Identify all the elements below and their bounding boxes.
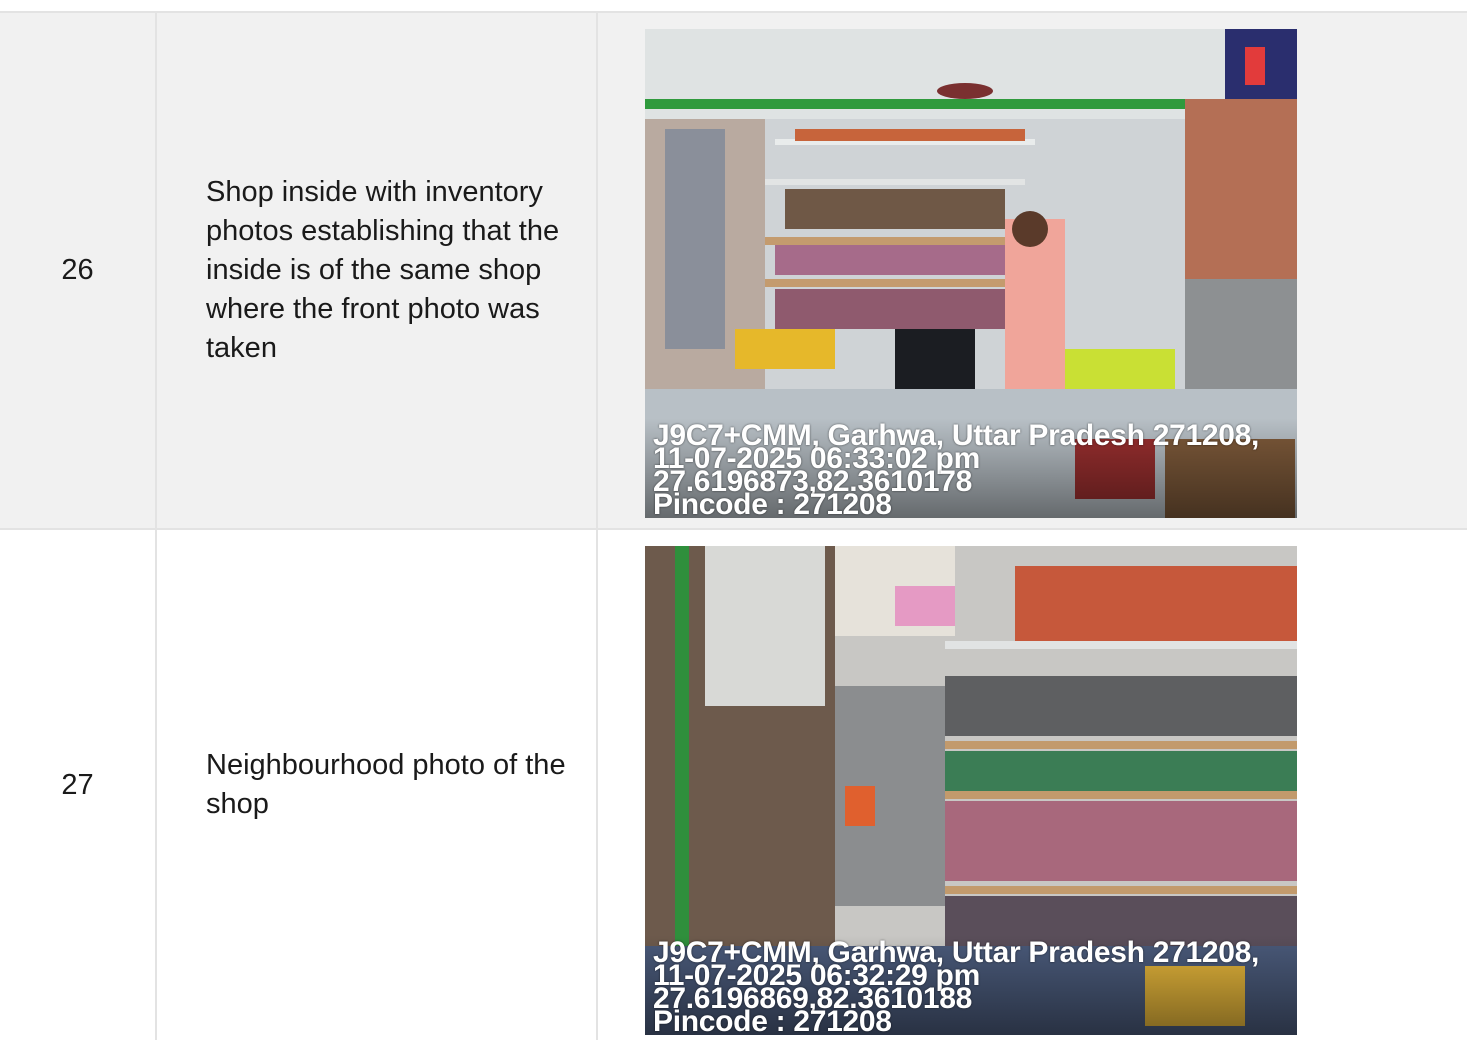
- row-number: 27: [61, 768, 94, 801]
- photo-geo-stamp: J9C7+CMM, Garhwa, Uttar Pradesh 271208, …: [653, 421, 1259, 519]
- evidence-table: 26 Shop inside with inventory photos est…: [0, 11, 1467, 1040]
- table-row: 27 Neighbourhood photo of the shop J9C7+…: [0, 530, 1467, 1040]
- column-divider: [596, 13, 598, 1040]
- row-description-text: Shop inside with inventory photos establ…: [206, 176, 560, 364]
- table-row: 26 Shop inside with inventory photos est…: [0, 13, 1467, 530]
- row-number: 26: [61, 254, 94, 286]
- shop-inside-photo: J9C7+CMM, Garhwa, Uttar Pradesh 271208, …: [645, 29, 1297, 518]
- row-description-text: Neighbourhood photo of the shop: [206, 749, 566, 820]
- photo-geo-stamp: J9C7+CMM, Garhwa, Uttar Pradesh 271208, …: [653, 938, 1259, 1036]
- column-divider: [155, 13, 157, 1040]
- neighbourhood-photo: J9C7+CMM, Garhwa, Uttar Pradesh 271208, …: [645, 546, 1297, 1035]
- row-description: Shop inside with inventory photos establ…: [206, 13, 586, 528]
- row-description: Neighbourhood photo of the shop: [206, 530, 586, 1040]
